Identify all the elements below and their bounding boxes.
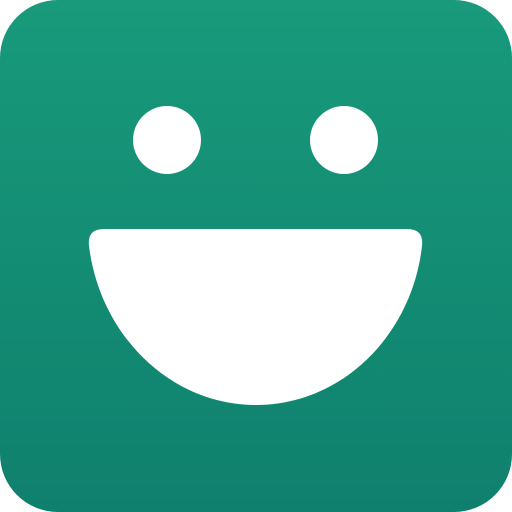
- app-icon: [0, 0, 512, 512]
- left-eye: [133, 106, 201, 174]
- right-eye: [310, 106, 378, 174]
- smiling-face-icon: [0, 0, 512, 512]
